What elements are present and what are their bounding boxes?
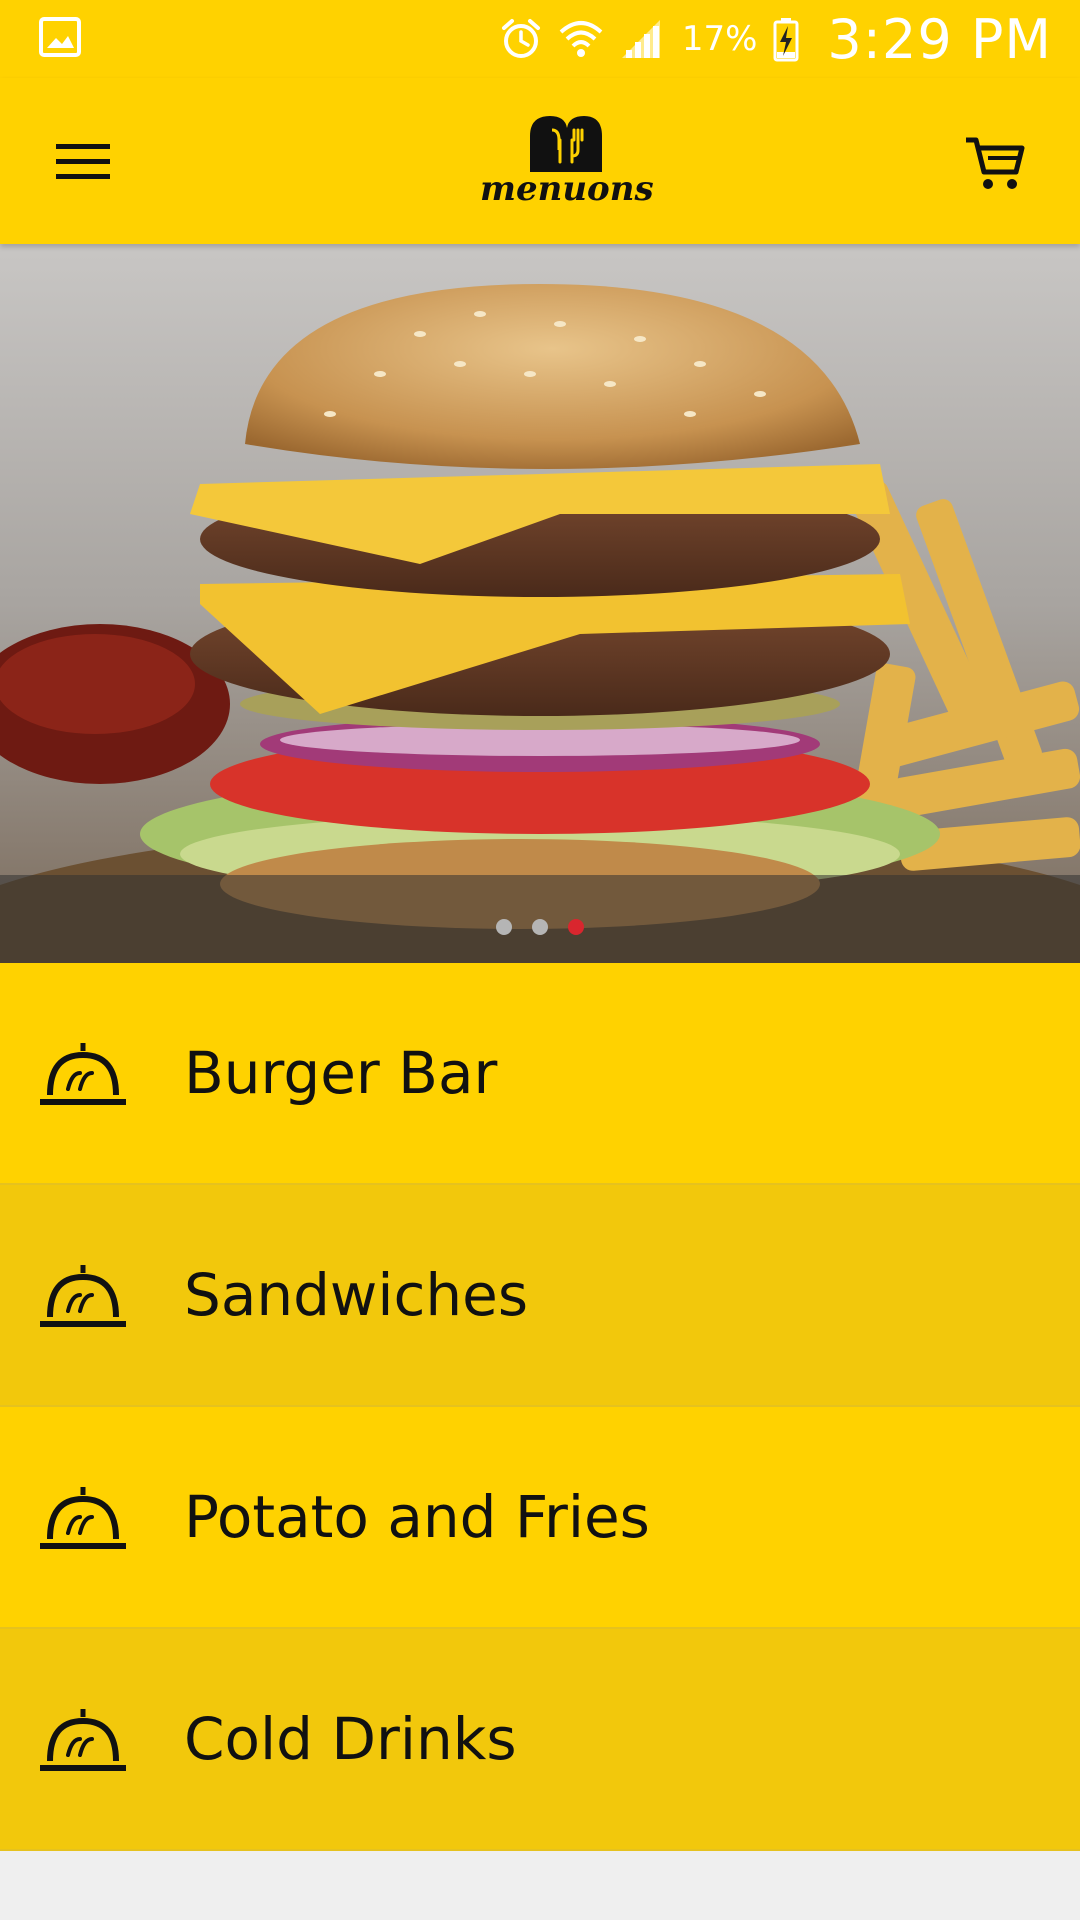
app-bar: menuons [0,78,1080,244]
hamburger-menu-icon[interactable] [52,130,114,192]
category-item-sandwiches[interactable]: Sandwiches [0,1185,1080,1407]
cart-icon[interactable] [962,130,1028,196]
burger-photo [0,244,1080,963]
promo-carousel[interactable] [0,244,1080,963]
app-logo: menuons [480,106,654,209]
wifi-icon [559,21,603,57]
food-cloche-icon [40,1043,126,1105]
battery-charging-icon [773,18,799,62]
category-item-cold-drinks[interactable]: Cold Drinks [0,1629,1080,1851]
carousel-dot-2[interactable] [532,919,548,935]
category-label: Cold Drinks [184,1705,517,1773]
battery-percent: 17% [681,19,758,59]
category-item-potato-and-fries[interactable]: Potato and Fries [0,1407,1080,1629]
signal-icon [621,20,660,58]
status-bar: 17% 3:29 PM [0,0,1080,78]
logo-text: menuons [480,169,654,209]
clock: 3:29 PM [827,7,1052,71]
category-item-burger-bar[interactable]: Burger Bar [0,963,1080,1185]
logo-mark-icon [530,116,602,172]
status-icons: 17% 3:29 PM [498,0,1052,78]
food-cloche-icon [40,1265,126,1327]
carousel-indicators [0,919,1080,935]
category-label: Burger Bar [184,1039,498,1107]
carousel-dot-3[interactable] [568,919,584,935]
food-cloche-icon [40,1709,126,1771]
category-label: Potato and Fries [184,1483,650,1551]
gallery-icon [39,17,81,57]
food-cloche-icon [40,1487,126,1549]
alarm-icon [501,19,540,58]
category-label: Sandwiches [184,1261,529,1329]
carousel-dot-1[interactable] [496,919,512,935]
category-list: Burger Bar Sandwiches Potato and Fries C… [0,963,1080,1851]
